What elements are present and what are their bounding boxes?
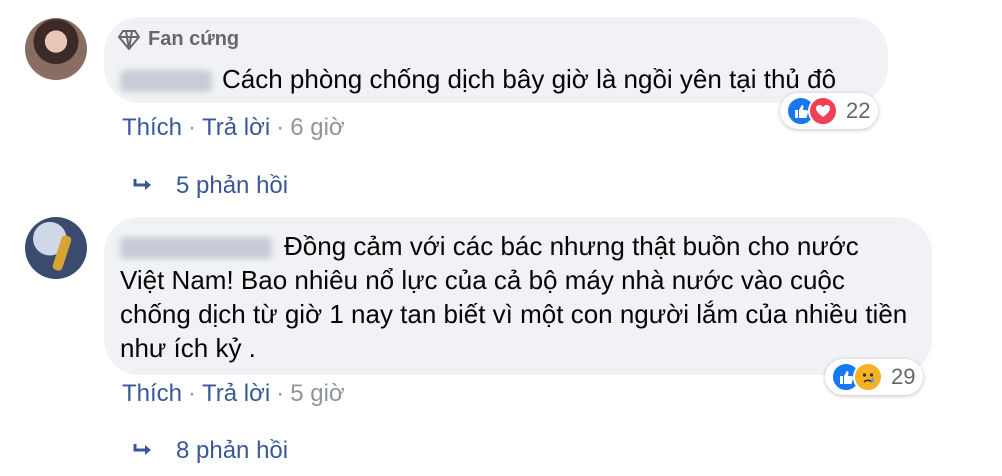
comment-actions: Thích · Trả lời · 6 giờ [122,114,345,142]
fan-badge: Fan cứng [118,28,239,51]
comment-text: Đồng cảm với các bác nhưng thật buồn cho… [120,229,910,365]
reaction-summary[interactable]: 29 [825,359,924,395]
reaction-count: 29 [891,364,916,389]
separator: · [276,114,285,141]
comment-actions: Thích · Trả lời · 5 giờ [122,380,345,408]
commenter-name[interactable] [120,237,272,260]
reply-link[interactable]: Trả lời [202,380,270,407]
view-replies[interactable]: 8 phản hồi [132,437,288,465]
comment-body: Cách phòng chống dịch bây giờ là ngồi yê… [222,64,837,94]
timestamp[interactable]: 5 giờ [290,380,344,407]
separator: · [276,380,285,407]
love-icon [808,96,838,126]
avatar[interactable] [25,217,87,279]
comment-text: Cách phòng chống dịch bây giờ là ngồi yê… [120,62,836,96]
reply-arrow-icon [132,437,154,465]
like-link[interactable]: Thích [122,114,182,141]
separator: · [188,380,197,407]
avatar[interactable] [25,18,87,80]
view-replies[interactable]: 5 phản hồi [132,172,288,200]
reply-arrow-icon [132,172,154,200]
replies-label[interactable]: 8 phản hồi [176,437,288,465]
reaction-count: 22 [846,98,871,123]
diamond-icon [118,29,140,50]
timestamp[interactable]: 6 giờ [290,114,344,141]
separator: · [188,114,197,141]
sad-icon [853,362,883,392]
reaction-summary[interactable]: 22 [780,93,879,129]
replies-label[interactable]: 5 phản hồi [176,172,288,200]
reply-link[interactable]: Trả lời [202,114,270,141]
commenter-name[interactable] [120,70,212,93]
like-link[interactable]: Thích [122,380,182,407]
badge-label: Fan cứng [148,28,240,50]
